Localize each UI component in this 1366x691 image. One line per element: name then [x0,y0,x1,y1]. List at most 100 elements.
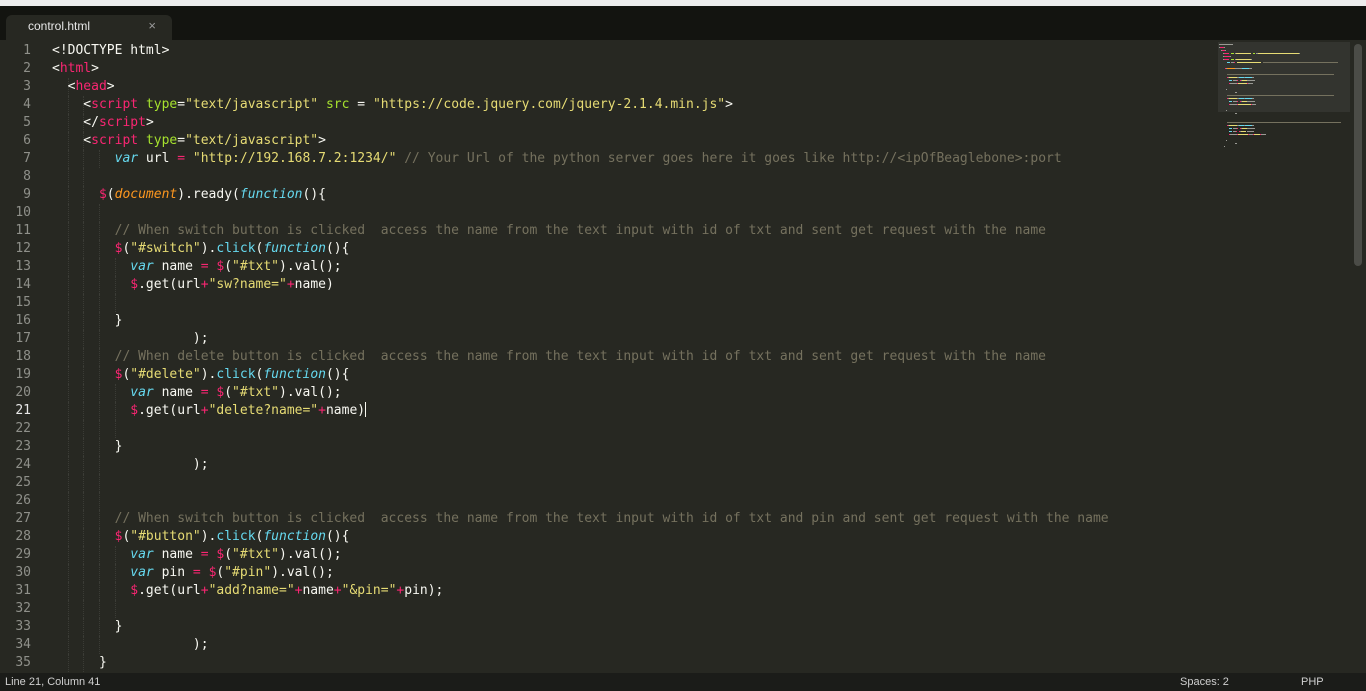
line-number: 7 [23,151,31,166]
code-line[interactable]: 9 $(document).ready(function(){ [0,186,1212,204]
tab-control-html[interactable]: control.html × [6,15,172,40]
code-line[interactable]: 14 $.get(url+"sw?name="+name) [0,276,1212,294]
minimap-line [1224,146,1226,147]
indent-guide [98,204,100,222]
line-number: 5 [23,115,31,130]
line-number: 28 [15,529,31,544]
minimap-line [1261,134,1266,135]
code-line[interactable]: 7 var url = "http://192.168.7.2:1234/" /… [0,150,1212,168]
minimap-line [1230,134,1238,135]
line-number: 13 [15,259,31,274]
code-line[interactable]: 13 var name = $("#txt").val(); [0,258,1212,276]
line-number: 17 [15,331,31,346]
minimap-line [1229,77,1238,78]
code-line[interactable]: 16 } [0,312,1212,330]
minimap-line [1227,122,1342,123]
indent-guide [98,492,100,510]
indent-guide [83,600,85,618]
code-line[interactable]: 6 <script type="text/javascript"> [0,132,1212,150]
status-bar: Line 21, Column 41 Spaces: 2 PHP [0,673,1366,691]
minimap-line [1238,83,1248,84]
minimap-line [1244,77,1252,78]
code-line[interactable]: 22 [0,420,1212,438]
code-line[interactable]: 15 [0,294,1212,312]
code-line[interactable]: 24 ); [0,456,1212,474]
line-number: 32 [15,601,31,616]
code-line[interactable]: 29 var name = $("#txt").val(); [0,546,1212,564]
minimap-line [1262,62,1339,63]
minimap-line [1249,68,1252,69]
code-line[interactable]: 17 ); [0,330,1212,348]
code-line[interactable]: 1 <!DOCTYPE html> [0,42,1212,60]
code-editor[interactable]: 1 <!DOCTYPE html> 2 <html> 3 <head> 4 <script… [0,42,1212,672]
code-line[interactable]: 4 <script type="text/javascript" src = "… [0,96,1212,114]
code-line[interactable]: 27 // When switch button is clicked acce… [0,510,1212,528]
scrollbar-thumb[interactable] [1354,44,1362,266]
code-line[interactable]: 30 var pin = $("#pin").val(); [0,564,1212,582]
minimap-line [1229,128,1232,129]
code-line[interactable]: 34 ); [0,636,1212,654]
minimap-line [1248,83,1253,84]
code-line[interactable]: 12 $("#switch").click(function(){ [0,240,1212,258]
indent-guide [83,420,85,438]
line-number: 33 [15,619,31,634]
minimap-line [1226,140,1228,141]
syntax-selector[interactable]: PHP [1301,673,1324,691]
code-line[interactable]: 8 [0,168,1212,186]
minimap-line [1237,80,1239,81]
code-line[interactable]: 2 <html> [0,60,1212,78]
code-text: <script type="text/javascript"> [52,133,326,148]
code-text: $("#button").click(function(){ [114,529,350,544]
minimap-line [1229,131,1232,132]
minimap-line [1237,101,1239,102]
code-line[interactable]: 33 } [0,618,1212,636]
code-line[interactable]: 31 $.get(url+"add?name="+name+"&pin="+pi… [0,582,1212,600]
line-number: 3 [23,79,31,94]
close-icon[interactable]: × [148,18,156,33]
indent-guide [67,294,69,312]
minimap-line [1236,131,1238,132]
line-number: 21 [15,403,31,418]
code-line[interactable]: 10 [0,204,1212,222]
line-number: 23 [15,439,31,454]
line-number: 31 [15,583,31,598]
minimap[interactable] [1215,42,1351,182]
code-line[interactable]: 20 var name = $("#txt").val(); [0,384,1212,402]
minimap-line [1235,59,1251,60]
code-line[interactable]: 3 <head> [0,78,1212,96]
code-line[interactable]: 26 [0,492,1212,510]
minimap-line [1247,128,1255,129]
code-line[interactable]: 28 $("#button").click(function(){ [0,528,1212,546]
minimap-line [1238,104,1251,105]
indent-guide [83,474,85,492]
line-number: 18 [15,349,31,364]
code-line[interactable]: 11 // When switch button is clicked acce… [0,222,1212,240]
code-text: <head> [52,79,115,94]
code-text: $.get(url+"delete?name="+name) [130,402,367,418]
minimap-line [1229,56,1231,57]
minimap-line [1251,98,1255,99]
minimap-line [1235,92,1237,93]
code-line[interactable]: 21 $.get(url+"delete?name="+name) [0,402,1212,420]
minimap-line [1298,53,1300,54]
code-text: <html> [52,61,99,76]
code-line[interactable]: 18 // When delete button is clicked acce… [0,348,1212,366]
code-line[interactable]: 5 </script> [0,114,1212,132]
indentation-setting[interactable]: Spaces: 2 [1180,673,1229,691]
minimap-line [1258,53,1299,54]
indent-guide [67,168,69,186]
code-text: // When delete button is clicked access … [114,349,1046,364]
minimap-line [1227,95,1335,96]
cursor-position: Line 21, Column 41 [5,676,101,688]
line-number: 4 [23,97,31,112]
code-line[interactable]: 35 } [0,654,1212,672]
minimap-line [1230,83,1238,84]
minimap-line [1235,113,1237,114]
minimap-line [1244,98,1252,99]
code-line[interactable]: 25 [0,474,1212,492]
minimap-line [1229,125,1238,126]
code-line[interactable]: 32 [0,600,1212,618]
code-line[interactable]: 19 $("#delete").click(function(){ [0,366,1212,384]
line-number: 26 [15,493,31,508]
code-line[interactable]: 23 } [0,438,1212,456]
